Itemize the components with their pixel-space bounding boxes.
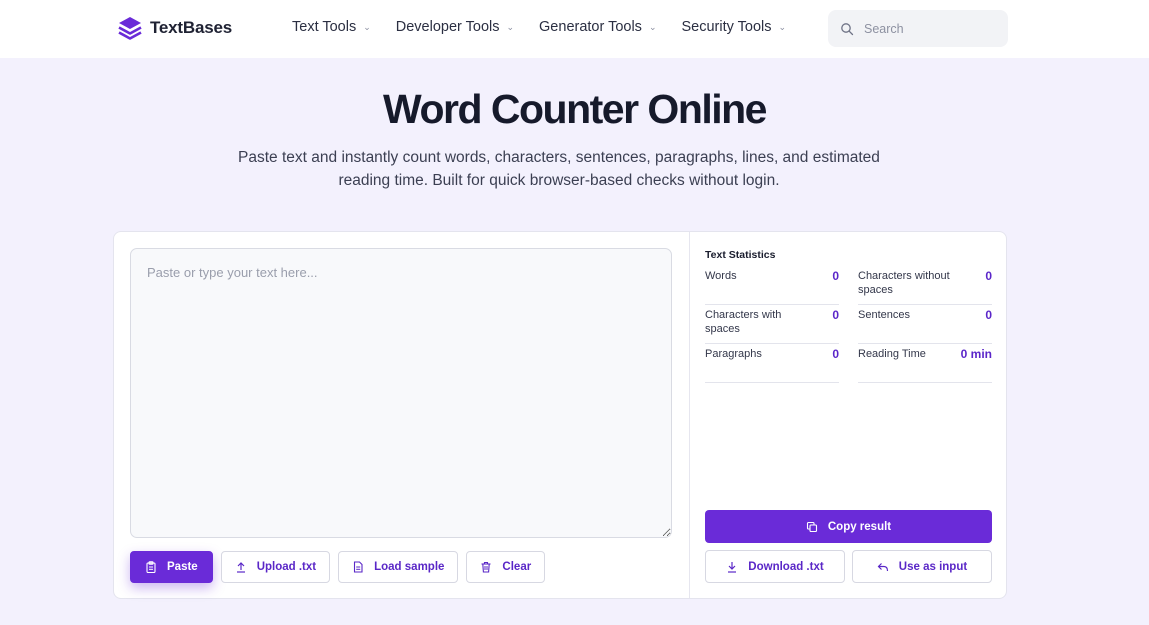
stat-label: Words <box>705 270 737 282</box>
stat-label: Reading Time <box>858 348 926 360</box>
clipboard-icon <box>146 561 156 573</box>
chevron-down-icon: ⌄ <box>648 21 657 32</box>
stat-words: Words 0 <box>705 266 839 305</box>
site-header: TextBases Text Tools ⌄ Developer Tools ⌄… <box>0 0 1149 58</box>
nav-security-tools[interactable]: Security Tools ⌄ <box>681 19 786 35</box>
brand-logo[interactable]: TextBases <box>116 14 232 42</box>
nav-item-label: Developer Tools <box>395 19 500 35</box>
search-box[interactable] <box>828 10 1008 47</box>
stat-paragraphs: Paragraphs 0 <box>705 344 839 383</box>
editor-actions: Paste Upload .txt Load sample Clear <box>130 551 546 583</box>
word-counter-card: Paste Upload .txt Load sample <box>113 231 1007 599</box>
copy-result-button[interactable]: Copy result <box>705 510 992 543</box>
chevron-down-icon: ⌄ <box>363 21 371 32</box>
use-as-input-button[interactable]: Use as input <box>852 550 992 583</box>
stats-grid: Words 0 Characters without spaces 0 Char… <box>705 266 992 383</box>
search-icon <box>841 22 854 35</box>
nav-item-label: Generator Tools <box>539 19 642 35</box>
nav-text-tools[interactable]: Text Tools ⌄ <box>292 19 371 35</box>
stat-sentences: Sentences 0 <box>858 305 992 344</box>
stats-title: Text Statistics <box>705 249 776 261</box>
stat-characters-with-spaces: Characters with spaces 0 <box>705 305 839 344</box>
trash-icon <box>481 561 491 573</box>
stat-label: Characters with spaces <box>705 309 782 335</box>
stat-label: Paragraphs <box>705 348 762 360</box>
clear-button-label: Clear <box>502 561 532 573</box>
stat-value: 0 <box>832 269 839 283</box>
stat-value: 0 <box>832 347 839 361</box>
brand-name: TextBases <box>150 18 232 37</box>
chevron-down-icon: ⌄ <box>506 21 515 32</box>
main-nav: Text Tools ⌄ Developer Tools ⌄ Generator… <box>292 19 811 35</box>
stat-value: 0 <box>985 308 992 322</box>
stat-value: 0 <box>985 269 992 283</box>
paste-button[interactable]: Paste <box>130 551 213 583</box>
reply-arrow-icon <box>877 562 888 571</box>
page-subtitle: Paste text and instantly count words, ch… <box>238 149 880 189</box>
download-txt-button[interactable]: Download .txt <box>705 550 845 583</box>
chevron-down-icon: ⌄ <box>778 21 787 32</box>
download-button-label: Download .txt <box>748 560 824 573</box>
nav-item-label: Security Tools <box>681 19 772 35</box>
stat-reading-time: Reading Time 0 min <box>858 344 992 383</box>
nav-item-label: Text Tools <box>292 19 357 35</box>
nav-generator-tools[interactable]: Generator Tools ⌄ <box>539 19 656 35</box>
output-actions: Download .txt Use as input <box>705 550 992 583</box>
text-input[interactable] <box>130 248 672 538</box>
clear-button[interactable]: Clear <box>466 551 546 583</box>
page-title: Word Counter Online <box>382 86 768 132</box>
stat-characters-without-spaces: Characters without spaces 0 <box>858 266 992 305</box>
stat-value: 0 <box>832 308 839 322</box>
copy-icon <box>806 521 817 532</box>
document-icon <box>354 561 363 573</box>
use-as-input-label: Use as input <box>898 560 968 573</box>
layers-logo-icon <box>118 17 142 40</box>
panel-divider <box>689 232 690 598</box>
download-icon <box>728 561 737 573</box>
search-input[interactable] <box>864 21 994 36</box>
nav-developer-tools[interactable]: Developer Tools ⌄ <box>396 19 514 35</box>
stat-value: 0 min <box>960 347 992 361</box>
load-sample-button[interactable]: Load sample <box>338 551 459 583</box>
upload-icon <box>236 562 245 573</box>
stat-label: Sentences <box>858 309 910 321</box>
upload-button-label: Upload .txt <box>256 561 317 573</box>
stat-label: Characters without spaces <box>858 270 950 296</box>
copy-result-label: Copy result <box>827 520 892 533</box>
upload-txt-button[interactable]: Upload .txt <box>220 551 331 583</box>
paste-button-label: Paste <box>167 561 198 573</box>
load-sample-button-label: Load sample <box>374 561 445 573</box>
